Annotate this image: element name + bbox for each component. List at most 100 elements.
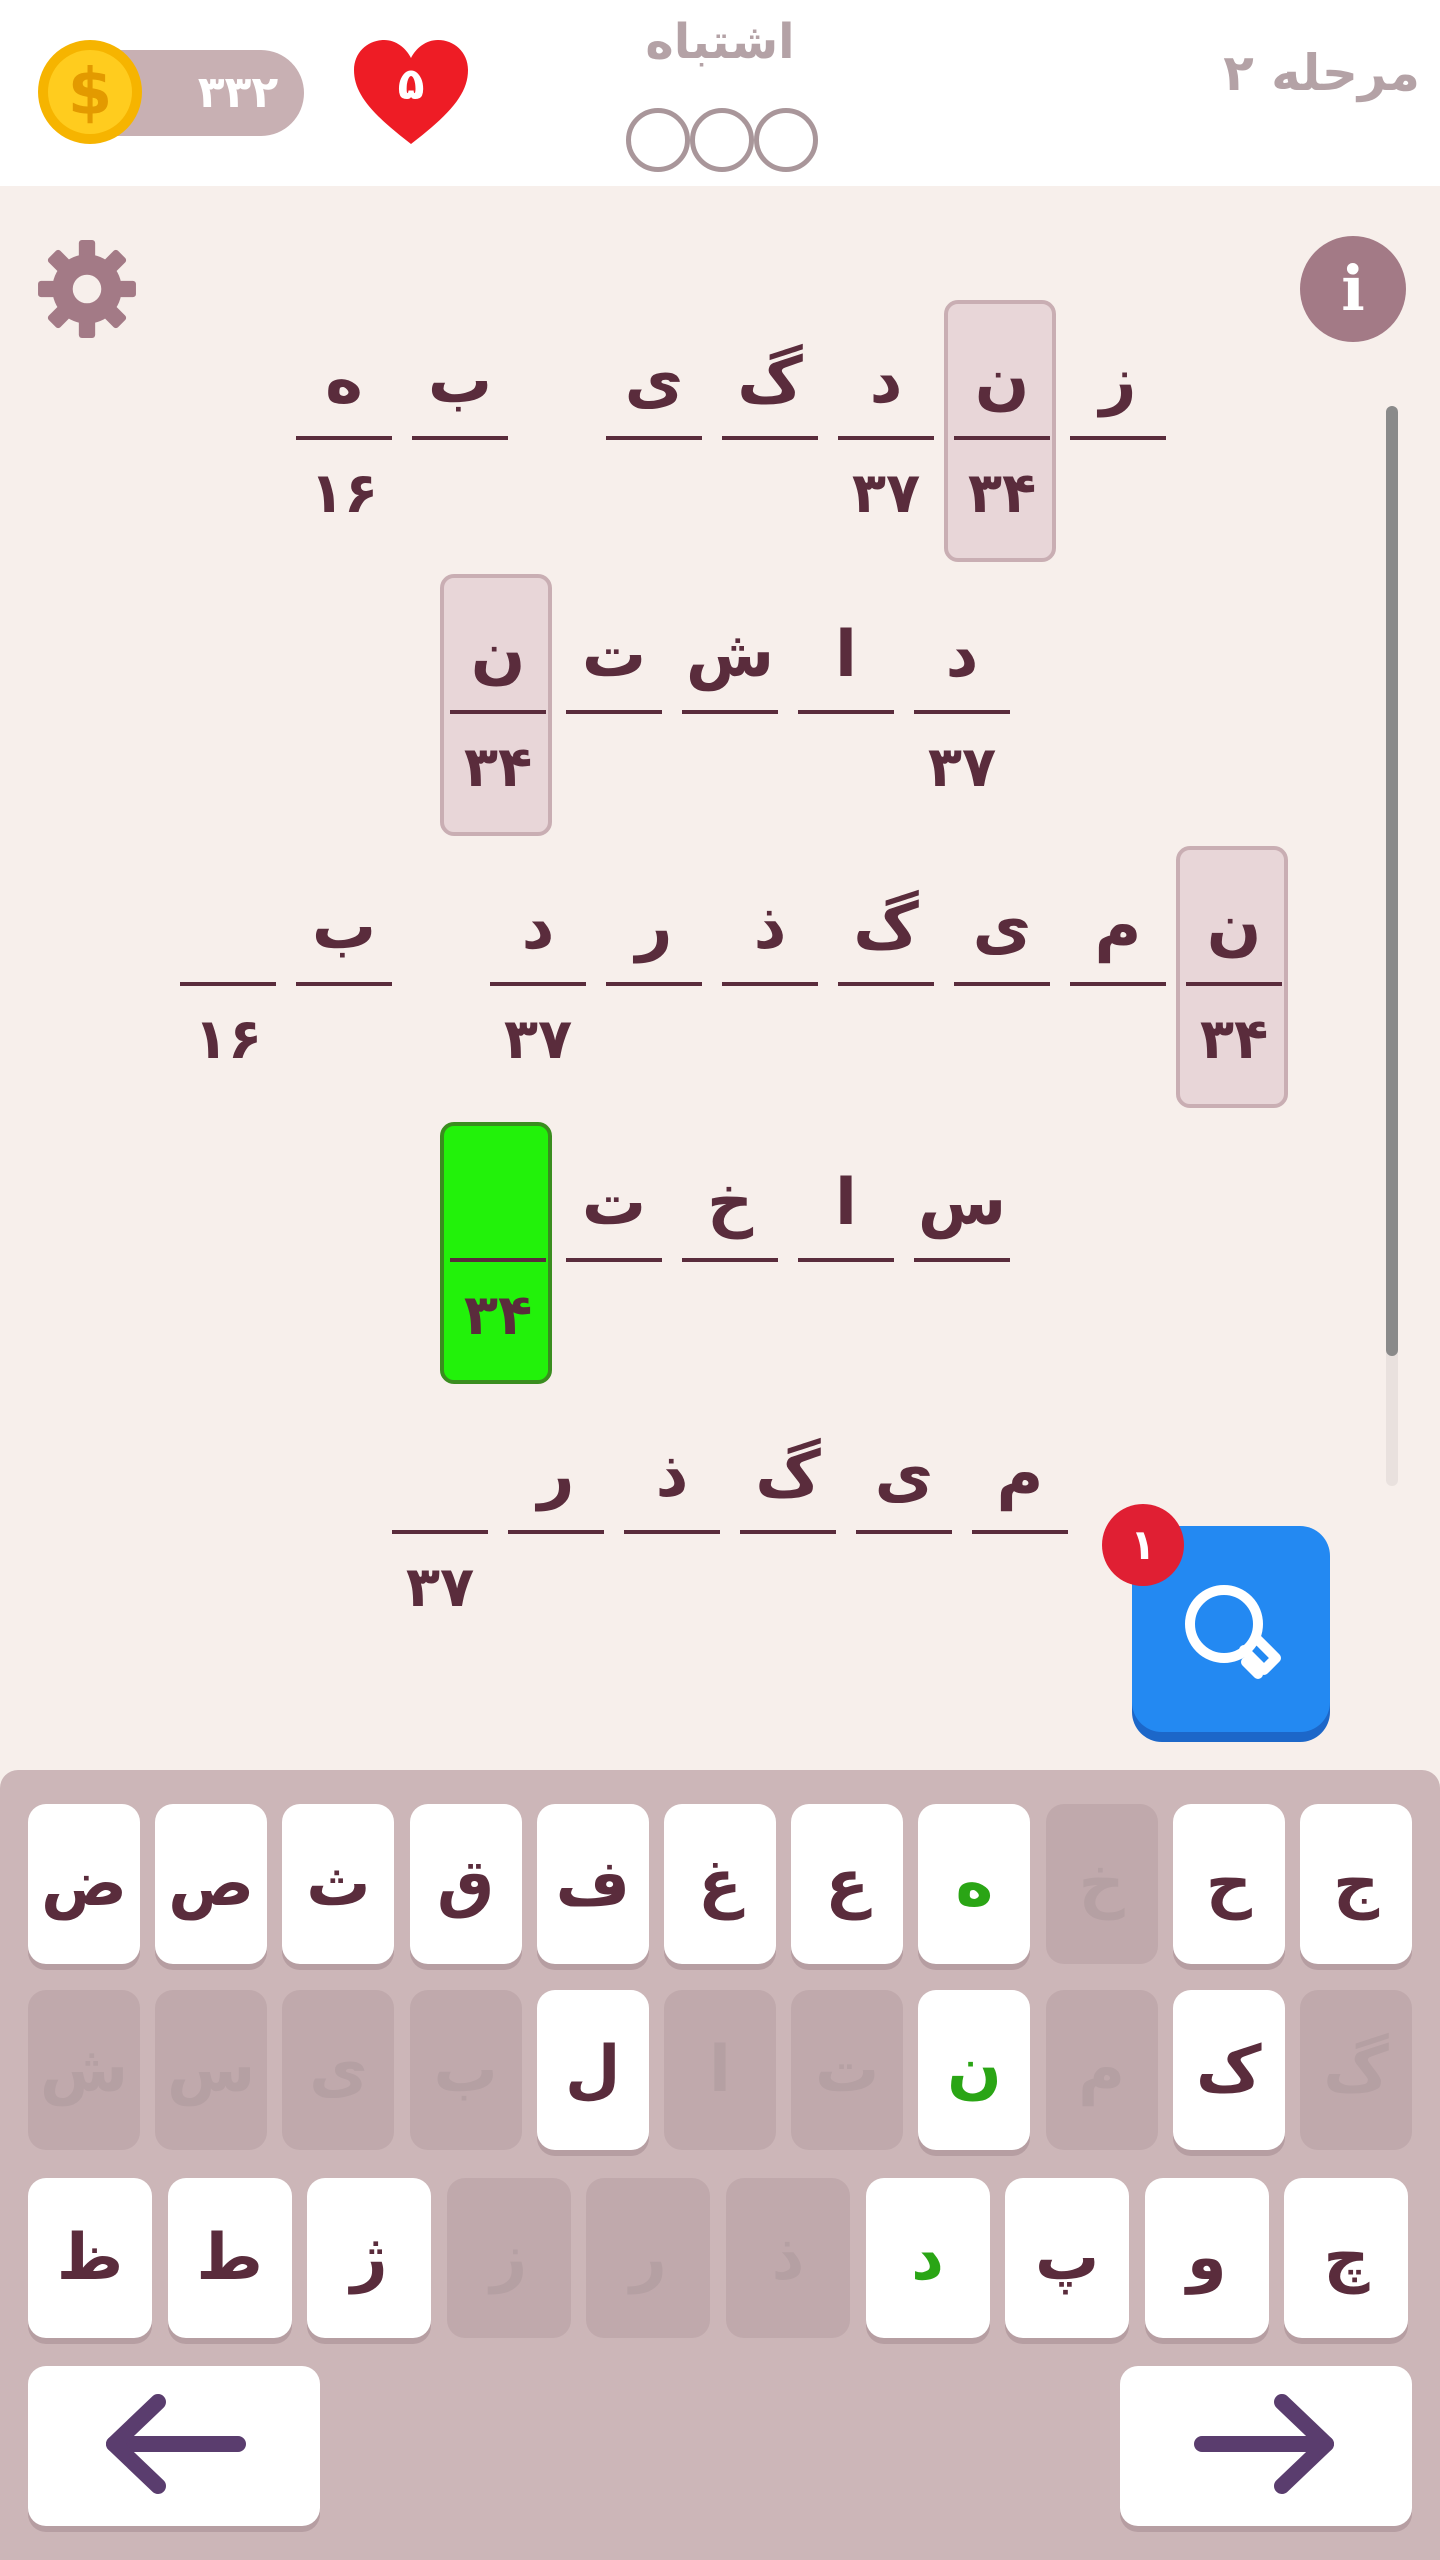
- puzzle-cell[interactable]: م: [1070, 862, 1166, 1102]
- key-letter[interactable]: ظ: [28, 2178, 152, 2338]
- cell-letter: د: [521, 890, 555, 964]
- key-letter[interactable]: ل: [536, 1990, 649, 2150]
- cell-letter: [450, 1158, 546, 1248]
- key-letter: ی: [282, 1990, 395, 2150]
- puzzle-cell[interactable]: ذ: [722, 862, 818, 1102]
- cell-number: [1070, 454, 1166, 534]
- key-letter[interactable]: ف: [536, 1804, 649, 1964]
- key-letter: م: [1045, 1990, 1158, 2150]
- cell-letter: ی: [972, 890, 1032, 964]
- puzzle-cell[interactable]: ن ۳۴: [944, 300, 1056, 562]
- key-letter[interactable]: ه: [918, 1804, 1031, 1964]
- previous-button[interactable]: [28, 2366, 320, 2526]
- puzzle-cell[interactable]: س: [914, 1138, 1010, 1378]
- puzzle-cell[interactable]: ت: [566, 1138, 662, 1378]
- puzzle-cell[interactable]: ی: [954, 862, 1050, 1102]
- puzzle-cell[interactable]: گ: [740, 1410, 836, 1650]
- cell-number: [838, 1000, 934, 1080]
- cell-underline: [180, 982, 276, 986]
- next-button[interactable]: [1120, 2366, 1412, 2526]
- puzzle-cell[interactable]: ذ: [624, 1410, 720, 1650]
- key-letter[interactable]: غ: [664, 1804, 776, 1964]
- cell-number: [798, 1276, 894, 1356]
- puzzle-cell[interactable]: گ: [722, 316, 818, 556]
- puzzle-cell[interactable]: م: [972, 1410, 1068, 1650]
- cell-underline: [1070, 982, 1166, 986]
- cell-underline: [508, 1530, 604, 1534]
- cell-number: ۳۴: [1199, 1007, 1269, 1072]
- puzzle-cell[interactable]: د ۳۷: [490, 862, 586, 1102]
- puzzle-cell[interactable]: ب: [412, 316, 508, 556]
- key-letter: ز: [446, 2178, 571, 2338]
- puzzle-cell[interactable]: ش: [682, 590, 778, 830]
- puzzle-cell[interactable]: خ: [682, 1138, 778, 1378]
- key-letter[interactable]: ض: [28, 1804, 140, 1964]
- key-letter[interactable]: ح: [1172, 1804, 1285, 1964]
- puzzle-cell[interactable]: ا: [798, 590, 894, 830]
- puzzle-cell[interactable]: ی: [856, 1410, 952, 1650]
- cell-letter: ت: [581, 618, 647, 692]
- key-letter: گ: [1300, 1990, 1412, 2150]
- key-letter: ا: [664, 1990, 776, 2150]
- key-letter[interactable]: ع: [791, 1804, 904, 1964]
- key-letter[interactable]: ج: [1300, 1804, 1412, 1964]
- key-letter[interactable]: ث: [282, 1804, 395, 1964]
- cell-underline: [838, 982, 934, 986]
- puzzle-cell[interactable]: د ۳۷: [914, 590, 1010, 830]
- dollar-coin-icon: $: [38, 40, 142, 144]
- puzzle-cell[interactable]: ۳۴: [440, 1122, 552, 1384]
- key-letter[interactable]: ط: [167, 2178, 292, 2338]
- key-letter[interactable]: و: [1144, 2178, 1269, 2338]
- cell-underline: [954, 436, 1050, 440]
- puzzle-cell[interactable]: ن ۳۴: [440, 574, 552, 836]
- cell-number: [722, 454, 818, 534]
- key-letter[interactable]: د: [865, 2178, 990, 2338]
- svg-text:$: $: [68, 56, 113, 130]
- key-letter: ر: [586, 2178, 711, 2338]
- puzzle-cell[interactable]: د ۳۷: [838, 316, 934, 556]
- key-letter[interactable]: ژ: [307, 2178, 432, 2338]
- puzzle-cell[interactable]: ه ۱۶: [296, 316, 392, 556]
- coin-count: ۳۳۲: [197, 67, 279, 118]
- puzzle-cell[interactable]: ی: [606, 316, 702, 556]
- scrollbar-thumb[interactable]: [1386, 406, 1398, 1356]
- cell-letter: م: [996, 1438, 1044, 1512]
- key-letter[interactable]: ک: [1172, 1990, 1285, 2150]
- cell-number: [1070, 1000, 1166, 1080]
- key-letter[interactable]: ن: [918, 1990, 1031, 2150]
- cell-underline: [566, 710, 662, 714]
- key-letter[interactable]: ص: [155, 1804, 268, 1964]
- cell-number: ۳۷: [405, 1555, 475, 1620]
- puzzle-cell[interactable]: ر: [508, 1410, 604, 1650]
- puzzle-cell[interactable]: ب: [296, 862, 392, 1102]
- cell-letter: ز: [1099, 344, 1137, 418]
- cell-underline: [566, 1258, 662, 1262]
- key-letter[interactable]: پ: [1005, 2178, 1130, 2338]
- mistake-indicator: [754, 108, 818, 172]
- puzzle-cell[interactable]: ۱۶: [180, 862, 276, 1102]
- key-letter[interactable]: چ: [1284, 2178, 1409, 2338]
- cell-letter: ب: [427, 344, 493, 418]
- cell-number: [412, 454, 508, 534]
- puzzle-cell[interactable]: ۳۷: [392, 1410, 488, 1650]
- puzzle-cell[interactable]: ن ۳۴: [1176, 846, 1288, 1108]
- cell-number: ۱۶: [193, 1007, 263, 1072]
- puzzle-cell[interactable]: ت: [566, 590, 662, 830]
- cell-number: [722, 1000, 818, 1080]
- puzzle-cell[interactable]: ز: [1070, 316, 1166, 556]
- puzzle-cell[interactable]: ر: [606, 862, 702, 1102]
- gear-icon[interactable]: [36, 238, 138, 340]
- cell-underline: [914, 1258, 1010, 1262]
- puzzle-cell[interactable]: گ: [838, 862, 934, 1102]
- puzzle-cell[interactable]: ا: [798, 1138, 894, 1378]
- key-letter: ذ: [726, 2178, 850, 2338]
- cell-underline: [624, 1530, 720, 1534]
- cell-letter: خ: [706, 1166, 754, 1240]
- key-letter[interactable]: ق: [409, 1804, 522, 1964]
- cell-underline: [450, 710, 546, 714]
- cell-letter: ن: [1206, 890, 1262, 964]
- info-icon[interactable]: i: [1300, 236, 1406, 342]
- cell-number: [606, 1000, 702, 1080]
- cell-number: [914, 1276, 1010, 1356]
- cell-number: [740, 1548, 836, 1628]
